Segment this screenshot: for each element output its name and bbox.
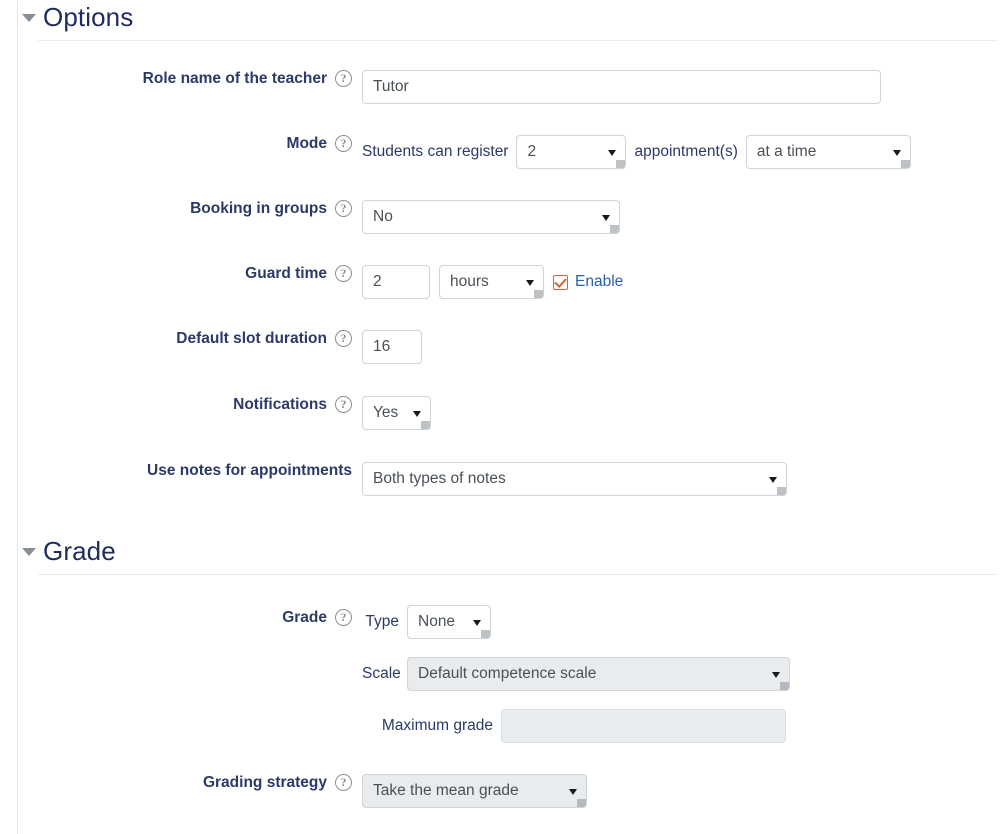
field-role-name: Tutor xyxy=(362,70,881,104)
label-default-slot-duration: Default slot duration ? xyxy=(0,330,362,347)
label-notifications: Notifications ? xyxy=(0,396,362,413)
label-role-name-text: Role name of the teacher xyxy=(143,70,327,87)
section-options-divider xyxy=(38,40,998,41)
grade-scale-select[interactable]: Default competence scale xyxy=(407,657,790,691)
section-options-title: Options xyxy=(43,4,133,30)
help-icon-grading-strategy[interactable]: ? xyxy=(335,774,352,791)
mode-when-select[interactable]: at a time xyxy=(746,135,911,169)
help-icon-notifications[interactable]: ? xyxy=(335,396,352,413)
caret-down-icon[interactable] xyxy=(22,548,36,556)
label-guard-time-text: Guard time xyxy=(245,265,327,282)
role-name-input[interactable]: Tutor xyxy=(362,70,881,104)
grade-type-row: Type None xyxy=(362,605,790,639)
label-role-name: Role name of the teacher ? xyxy=(0,70,362,87)
label-grade-maximum: Maximum grade xyxy=(362,717,501,735)
field-mode: Students can register 2 appointment(s) a… xyxy=(362,135,911,169)
row-guard-time: Guard time ? 2 hours Enable xyxy=(0,265,1005,299)
notifications-select[interactable]: Yes xyxy=(362,396,431,430)
help-icon-booking-in-groups[interactable]: ? xyxy=(335,200,352,217)
help-icon-default-slot-duration[interactable]: ? xyxy=(335,330,352,347)
row-default-slot-duration: Default slot duration ? 16 xyxy=(0,330,1005,364)
field-notifications: Yes xyxy=(362,396,431,430)
guard-time-unit-select[interactable]: hours xyxy=(439,265,544,299)
guard-time-amount-input[interactable]: 2 xyxy=(362,265,430,299)
section-grade-title: Grade xyxy=(43,538,116,564)
use-notes-select[interactable]: Both types of notes xyxy=(362,462,787,496)
caret-down-icon[interactable] xyxy=(22,14,36,22)
field-default-slot-duration: 16 xyxy=(362,330,422,364)
label-booking-in-groups: Booking in groups ? xyxy=(0,200,362,217)
row-mode: Mode ? Students can register 2 appointme… xyxy=(0,135,1005,169)
label-grade: Grade ? xyxy=(0,605,362,626)
label-grading-strategy: Grading strategy ? xyxy=(0,774,362,791)
label-default-slot-duration-text: Default slot duration xyxy=(176,330,327,347)
help-icon-role-name[interactable]: ? xyxy=(335,70,352,87)
mode-prefix-text: Students can register xyxy=(362,143,508,161)
guard-time-enable-checkbox[interactable] xyxy=(553,275,568,290)
guard-time-enable-label[interactable]: Enable xyxy=(575,273,623,291)
field-guard-time: 2 hours Enable xyxy=(362,265,623,299)
row-notifications: Notifications ? Yes xyxy=(0,396,1005,430)
label-mode: Mode ? xyxy=(0,135,362,152)
grade-type-select[interactable]: None xyxy=(407,605,491,639)
default-slot-duration-input[interactable]: 16 xyxy=(362,330,422,364)
field-use-notes: Both types of notes xyxy=(362,462,787,496)
label-notifications-text: Notifications xyxy=(233,396,327,413)
row-booking-in-groups: Booking in groups ? No xyxy=(0,200,1005,234)
settings-form-page: Options Role name of the teacher ? Tutor… xyxy=(0,0,1005,834)
row-role-name: Role name of the teacher ? Tutor xyxy=(0,70,1005,104)
section-options-header[interactable]: Options xyxy=(0,0,1005,34)
field-grade-group: Type None Scale Default competence scale… xyxy=(362,605,790,743)
label-use-notes: Use notes for appointments xyxy=(0,462,362,479)
label-grade-text: Grade xyxy=(282,609,327,626)
guard-time-enable-wrap[interactable]: Enable xyxy=(553,273,623,291)
label-guard-time: Guard time ? xyxy=(0,265,362,282)
booking-in-groups-select[interactable]: No xyxy=(362,200,620,234)
grade-maximum-input[interactable] xyxy=(501,709,786,743)
label-use-notes-text: Use notes for appointments xyxy=(147,462,352,479)
mode-count-select[interactable]: 2 xyxy=(516,135,626,169)
label-booking-in-groups-text: Booking in groups xyxy=(190,200,327,217)
label-grade-type: Type xyxy=(362,613,407,631)
label-grade-scale: Scale xyxy=(362,665,407,683)
row-use-notes: Use notes for appointments Both types of… xyxy=(0,462,1005,496)
mode-middle-text: appointment(s) xyxy=(634,143,737,161)
field-grading-strategy: Take the mean grade xyxy=(362,774,587,808)
grade-maximum-row: Maximum grade xyxy=(362,709,790,743)
help-icon-guard-time[interactable]: ? xyxy=(335,265,352,282)
field-booking-in-groups: No xyxy=(362,200,620,234)
section-grade: Grade xyxy=(0,534,1005,575)
section-grade-divider xyxy=(38,574,998,575)
grading-strategy-select[interactable]: Take the mean grade xyxy=(362,774,587,808)
section-options: Options xyxy=(0,0,1005,41)
help-icon-grade[interactable]: ? xyxy=(335,609,352,626)
help-icon-mode[interactable]: ? xyxy=(335,135,352,152)
row-grade-group: Grade ? Type None Scale Default competen… xyxy=(0,605,1005,743)
section-grade-header[interactable]: Grade xyxy=(0,534,1005,568)
label-mode-text: Mode xyxy=(287,135,327,152)
row-grading-strategy: Grading strategy ? Take the mean grade xyxy=(0,774,1005,808)
label-grading-strategy-text: Grading strategy xyxy=(203,774,327,791)
grade-scale-row: Scale Default competence scale xyxy=(362,657,790,691)
